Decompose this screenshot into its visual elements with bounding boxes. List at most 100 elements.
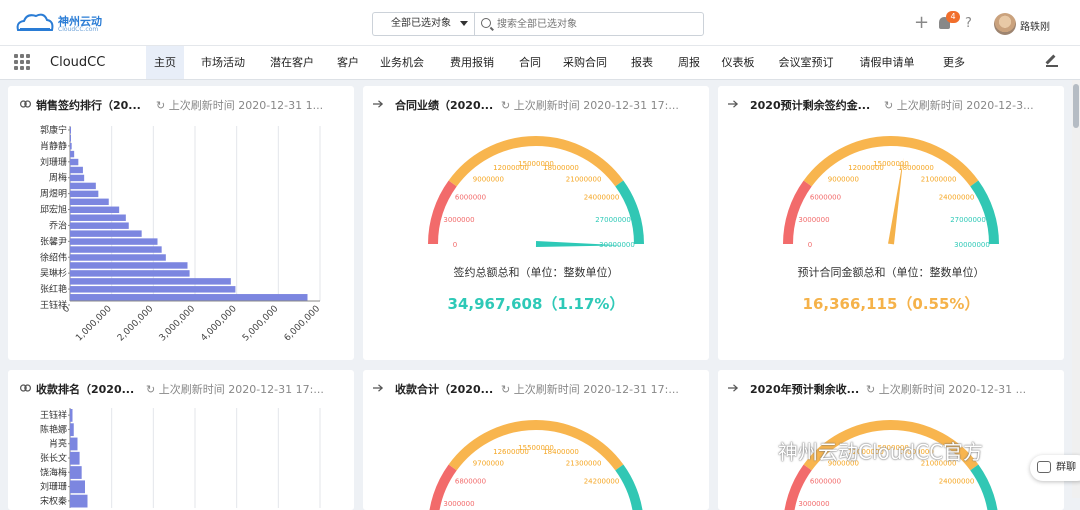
bar	[70, 222, 129, 229]
nav-tab-9[interactable]: 周报	[671, 46, 707, 79]
watermark-text: 神州云动CloudCC官方	[778, 440, 984, 464]
category-label: 张长文	[40, 452, 67, 464]
category-label: 张馨尹	[40, 235, 67, 247]
chart-sales-ranking: 郭康宁肖静静刘珊珊周梅周煜明邱宏旭乔治张馨尹徐绍伟吴琳杉张红艳王钰祥0 1,000…	[40, 124, 323, 344]
bar	[70, 246, 162, 253]
edit-nav-icon[interactable]	[1046, 55, 1058, 67]
bar	[70, 451, 80, 465]
bar	[70, 182, 96, 190]
bar	[70, 127, 71, 134]
gauge-tick-label: 21000000	[921, 175, 957, 183]
gauge-tick-label: 9000000	[828, 175, 859, 183]
gauge-arc	[970, 180, 999, 245]
gauge-arc	[615, 180, 644, 245]
nav-tab-11[interactable]: 会议室预订	[771, 46, 841, 79]
gauge-tick-label: 3000000	[443, 216, 474, 224]
nav-tab-2[interactable]: 潜在客户	[263, 46, 321, 79]
category-label: 陈艳娜	[40, 423, 67, 435]
nav-tab-4[interactable]: 业务机会	[373, 46, 431, 79]
gauge-tick-label: 0	[453, 241, 457, 249]
bar	[70, 254, 166, 261]
chat-icon[interactable]	[1037, 461, 1051, 473]
nav-tab-13[interactable]: 更多	[933, 46, 975, 79]
gauge-tick-label: 3000000	[443, 500, 474, 508]
avatar[interactable]	[994, 13, 1016, 35]
search-scope-select[interactable]: 全部已选对象	[372, 12, 474, 36]
bar	[70, 262, 188, 269]
card-collection-total: 收款合计（2020... ↻ 上次刷新时间 2020-12-31 17:... …	[363, 370, 709, 510]
x-tick-label: 6,000,000	[283, 304, 323, 344]
gauge-tick-label: 21000000	[566, 175, 602, 183]
username[interactable]: 路轶刚	[1020, 18, 1050, 33]
bar	[70, 238, 158, 245]
bar	[70, 270, 190, 277]
category-label: 肖亮	[49, 438, 67, 450]
help-icon[interactable]: ?	[965, 16, 972, 31]
gauge-tick-label: 24000000	[939, 477, 975, 485]
gauge-tick-label: 27000000	[595, 216, 631, 224]
chevron-down-icon[interactable]	[460, 21, 468, 26]
bar	[70, 166, 83, 174]
search-icon	[481, 18, 491, 28]
gauge-tick-label: 9700000	[473, 459, 504, 467]
category-label: 周梅	[49, 172, 67, 184]
bar	[70, 278, 231, 285]
bar	[70, 158, 79, 166]
x-tick-label: 5,000,000	[241, 304, 281, 344]
category-label: 邱宏旭	[40, 204, 67, 216]
page-scrollbar[interactable]	[1072, 80, 1080, 498]
gauge-tick-label: 18000000	[898, 164, 934, 172]
bar	[70, 198, 109, 206]
gauge-tick-label: 30000000	[954, 241, 990, 249]
gauge-tick-label: 27000000	[950, 216, 986, 224]
x-tick-label: 2,000,000	[116, 304, 156, 344]
bar	[70, 286, 236, 293]
gauge-tick-label: 24000000	[584, 193, 620, 201]
nav-tab-7[interactable]: 采购合同	[557, 46, 613, 79]
gauge-tick-label: 3000000	[798, 216, 829, 224]
bar	[70, 190, 99, 198]
app-name: CloudCC	[50, 55, 106, 70]
nav-tab-0[interactable]: 主页	[146, 46, 184, 79]
bar	[70, 230, 142, 237]
gauge-tick-label: 0	[808, 241, 812, 249]
bar	[70, 409, 73, 422]
card-remaining-contract-2020: 2020预计剩余签约金... ↻ 上次刷新时间 2020-12-3... 0 30…	[718, 86, 1064, 360]
category-label: 周煜明	[40, 188, 67, 200]
nav-tab-8[interactable]: 报表	[624, 46, 660, 79]
gauge-tick-label: 6000000	[810, 193, 841, 201]
category-label: 乔治	[49, 219, 67, 231]
bar	[70, 494, 88, 508]
nav-tab-12[interactable]: 请假申请单	[851, 46, 923, 79]
bar	[70, 294, 308, 301]
chart-collection-ranking: 王钰祥陈艳娜肖亮张长文饶海梅刘珊珊宋权秦	[40, 408, 321, 508]
bar	[70, 214, 126, 221]
category-label: 刘珊珊	[40, 481, 67, 493]
gauge-tick-label: 21300000	[566, 459, 602, 467]
scroll-thumb[interactable]	[1073, 84, 1079, 128]
app-nav-bar: CloudCC 主页 市场活动 潜在客户 客户 业务机会 费用报销 合同 采购合同 报表 周报 仪表…	[0, 46, 1080, 80]
category-label: 张红艳	[40, 283, 67, 295]
plus-icon[interactable]: +	[914, 14, 929, 32]
category-label: 肖静静	[40, 140, 67, 152]
gauge-tick-label: 18400000	[543, 448, 579, 456]
gauge-value: 34,967,608（1.17%）	[447, 295, 625, 313]
search-input[interactable]	[497, 15, 697, 33]
nav-tab-1[interactable]: 市场活动	[192, 46, 254, 79]
gauge-arc	[615, 464, 643, 510]
app-launcher-icon[interactable]	[14, 54, 30, 70]
gauge-arc	[428, 180, 457, 245]
category-label: 宋权秦	[40, 495, 67, 507]
x-tick-label: 3,000,000	[158, 304, 198, 344]
nav-tab-6[interactable]: 合同	[512, 46, 548, 79]
gauge-arc	[783, 180, 812, 245]
gauge-remaining-contract: 0300000060000009000000120000001500000018…	[783, 136, 999, 249]
bar	[70, 174, 85, 182]
nav-tab-5[interactable]: 费用报销	[443, 46, 501, 79]
nav-tab-3[interactable]: 客户	[331, 46, 365, 79]
category-label: 徐绍伟	[40, 251, 67, 263]
global-search[interactable]	[474, 12, 704, 36]
nav-tab-10[interactable]: 仪表板	[716, 46, 760, 79]
category-label: 王钰祥	[40, 409, 67, 421]
card-contract-performance: 合同业绩（2020... ↻ 上次刷新时间 2020-12-31 17:... …	[363, 86, 709, 360]
